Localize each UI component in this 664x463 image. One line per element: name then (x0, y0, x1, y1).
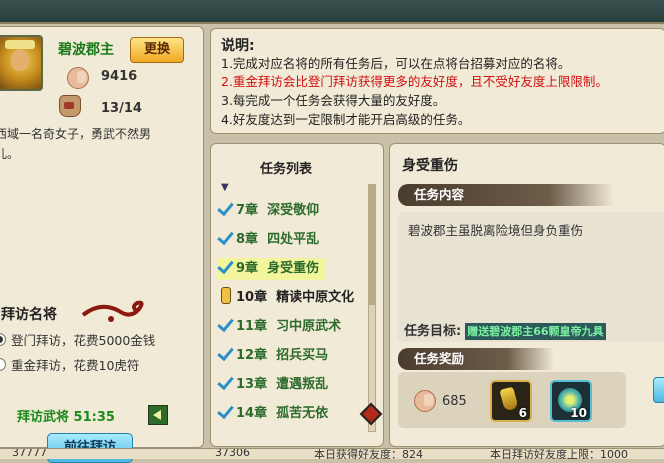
checkmark-icon (217, 404, 233, 420)
checkmark-icon (217, 346, 233, 362)
today-limit: 本日拜访好友度上限：1000 (490, 448, 628, 459)
handshake-icon (67, 67, 89, 89)
instructions-title: 说明: (221, 38, 255, 54)
task-content-text: 碧波郡主虽脱离险境但身负重伤 (408, 223, 584, 238)
gold-cup-icon[interactable]: 6 (490, 380, 532, 422)
gift-bag-icon (59, 95, 81, 117)
task-item-selected[interactable]: 9章 身受重伤 (217, 258, 326, 280)
task-list-scrollbar[interactable] (368, 184, 376, 432)
checkmark-icon (217, 317, 233, 333)
task-reward-header: 任务奖励 (398, 348, 554, 370)
diamond-ornament-icon (359, 402, 383, 426)
task-item[interactable]: 14章 孤苦无依 (217, 403, 328, 425)
visit-section-title: 拜访名将 (1, 307, 57, 323)
task-name: 身受重伤 (267, 261, 320, 276)
checkmark-icon (217, 375, 233, 391)
visit-option-label: 重金拜访，花费10虎符 (11, 358, 140, 373)
reward-favor: 685 (442, 394, 467, 409)
task-item[interactable]: 13章 遭遇叛乱 (217, 374, 328, 396)
task-item-locked[interactable]: 10章 精读中原文化 (217, 287, 354, 309)
scrollbar-thumb[interactable] (369, 185, 375, 305)
visit-count: 13/14 (101, 101, 142, 116)
task-name: 遭遇叛乱 (276, 377, 329, 392)
today-favor: 本日获得好友度：824 (314, 448, 423, 459)
task-chapter: 7章 (236, 203, 259, 218)
task-target-value: 赠送碧波郡主66颗皇帝九具 (465, 323, 606, 340)
scroll-up-icon[interactable]: ▼ (221, 182, 229, 193)
favor-value: 9416 (101, 69, 138, 84)
task-name: 招兵买马 (276, 348, 329, 363)
description-line: 儿。 (0, 147, 20, 161)
task-chapter: 9章 (236, 261, 259, 276)
instruction-line: 3.每完成一个任务会获得大量的友好度。 (221, 93, 446, 108)
task-chapter: 11章 (236, 319, 268, 334)
task-name: 精读中原文化 (276, 290, 355, 305)
task-chapter: 14章 (236, 406, 268, 421)
change-character-button[interactable]: 更换 (130, 37, 184, 63)
task-item[interactable]: 8章 四处平乱 (217, 229, 319, 251)
task-content-header: 任务内容 (398, 184, 614, 206)
arrow-left-icon[interactable] (148, 405, 168, 425)
checkmark-icon (217, 201, 233, 217)
task-item[interactable]: 11章 习中原武术 (217, 316, 341, 338)
character-description: 西域一名奇女子，勇武不然男 儿。 (0, 124, 195, 164)
character-panel: 碧波郡主 更换 9416 13/14 西域一名奇女子，勇武不然男 儿。 拜访名将… (0, 26, 204, 463)
task-detail-panel: 身受重伤 任务内容 碧波郡主虽脱离险境但身负重伤 任务目标: 赠送碧波郡主66颗皇… (389, 143, 664, 447)
visit-timer: 拜访武将 51:35 (17, 410, 115, 425)
status-footer: 37777 37306 本日获得好友度：824 本日拜访好友度上限：1000 (0, 448, 664, 459)
radio-icon[interactable] (0, 358, 6, 371)
item-count: 6 (518, 406, 527, 420)
visit-option-door[interactable]: 登门拜访，花费5000金钱 (0, 330, 155, 349)
handshake-icon (414, 390, 436, 412)
task-name: 习中原武术 (276, 319, 342, 334)
task-detail-title: 身受重伤 (402, 158, 458, 174)
jade-orb-icon[interactable]: 10 (550, 380, 592, 422)
checkmark-icon (217, 230, 233, 246)
instructions-panel: 说明: 1.完成对应名将的所有任务后，可以在点将台招募对应的名将。 2.重金拜访… (210, 28, 664, 134)
task-target-label: 任务目标: (404, 324, 462, 339)
gold-amount: 37777 (12, 448, 47, 459)
task-chapter: 12章 (236, 348, 268, 363)
task-item[interactable]: 7章 深受敬仰 (217, 200, 319, 222)
task-list-panel: 任务列表 ▼ 7章 深受敬仰 8章 四处平乱 9章 身受重伤 10章 精读中原文… (210, 143, 384, 447)
visit-option-label: 登门拜访，花费5000金钱 (11, 333, 156, 348)
task-name: 深受敬仰 (267, 203, 320, 218)
task-target: 任务目标: 赠送碧波郡主66颗皇帝九具 (404, 320, 606, 340)
task-list-title: 任务列表 (259, 162, 312, 177)
task-item[interactable]: 12章 招兵买马 (217, 345, 328, 367)
cloud-swirl-icon (81, 300, 144, 322)
exclamation-icon (221, 287, 231, 304)
character-name: 碧波郡主 (58, 42, 114, 58)
radio-selected-icon[interactable] (0, 333, 6, 346)
character-avatar[interactable] (0, 35, 43, 91)
task-chapter: 13章 (236, 377, 268, 392)
visit-option-gold[interactable]: 重金拜访，花费10虎符 (0, 355, 139, 374)
checkmark-icon (217, 259, 233, 275)
avatar-face (11, 49, 29, 71)
reward-box: 685 6 10 (398, 372, 626, 428)
instruction-line: 2.重金拜访会比登门拜访获得更多的友好度，且不受好友度上限限制。 (221, 74, 608, 89)
tiger-amount: 37306 (215, 448, 250, 459)
instruction-line: 1.完成对应名将的所有任务后，可以在点将台招募对应的名将。 (221, 56, 571, 71)
instruction-line: 4.好友度达到一定限制才能开启高级的任务。 (221, 112, 471, 127)
task-chapter: 10章 (236, 290, 268, 305)
task-name: 孤苦无依 (276, 406, 329, 421)
task-chapter: 8章 (236, 232, 259, 247)
description-line: 西域一名奇女子，勇武不然男 (0, 127, 152, 141)
top-bar (0, 0, 664, 24)
task-name: 四处平乱 (267, 232, 320, 247)
item-count: 10 (570, 406, 587, 420)
complete-task-button[interactable] (653, 377, 664, 403)
avatar-crown (5, 40, 35, 49)
